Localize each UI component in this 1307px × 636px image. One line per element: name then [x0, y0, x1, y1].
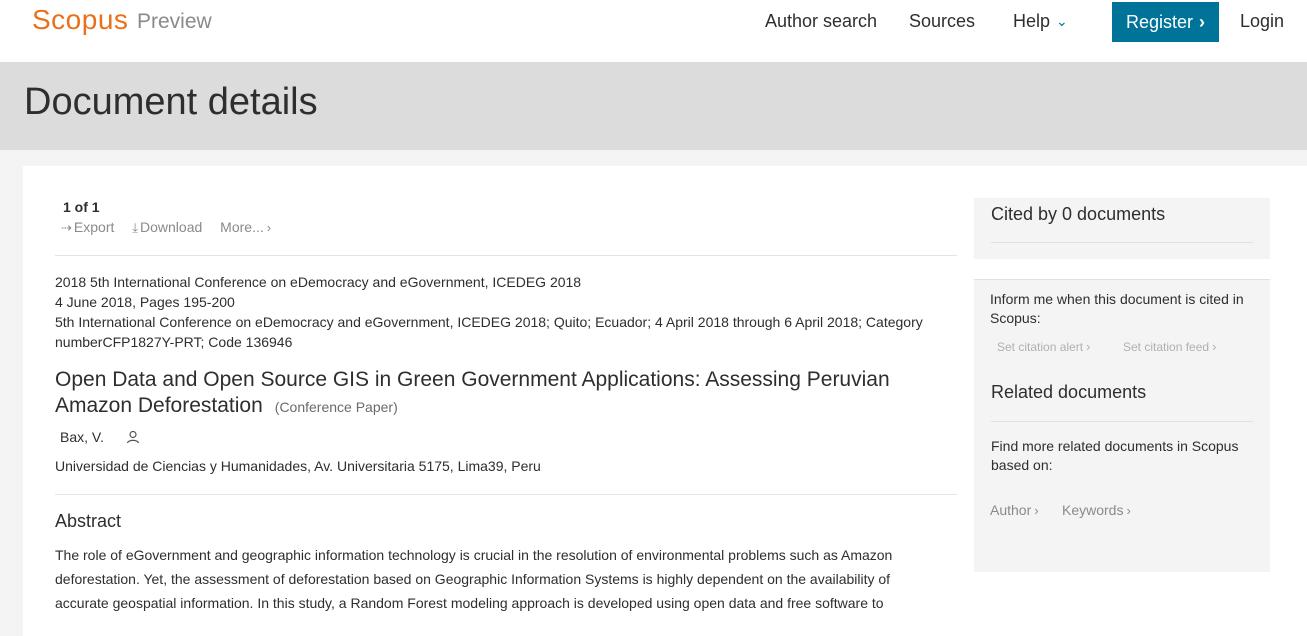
- related-keywords-link[interactable]: Keywords ›: [1062, 502, 1131, 518]
- nav-help-label: Help: [1013, 11, 1051, 31]
- nav-author-search[interactable]: Author search: [765, 11, 877, 32]
- related-author-label: Author: [990, 502, 1032, 518]
- find-related-text: Find more related documents in Scopus ba…: [991, 438, 1239, 473]
- export-button[interactable]: ⇢ Export: [61, 219, 114, 236]
- chevron-right-icon: ›: [1126, 503, 1131, 518]
- abstract-line: The role of eGovernment and geographic i…: [55, 547, 893, 563]
- download-button[interactable]: ⤓ Download: [132, 219, 202, 236]
- set-citation-feed-link[interactable]: Set citation feed ›: [1123, 339, 1216, 354]
- abstract-line: deforestation. Yet, the assessment of de…: [55, 571, 891, 587]
- divider: [55, 255, 957, 256]
- author-name[interactable]: Bax, V.: [60, 429, 104, 445]
- chevron-right-icon: ›: [266, 220, 272, 235]
- source-line-conference: 2018 5th International Conference on eDe…: [55, 274, 582, 290]
- download-icon: ⤓: [132, 220, 139, 235]
- document-title: Open Data and Open Source GIS in Green G…: [55, 367, 945, 420]
- download-label: Download: [140, 219, 203, 235]
- citation-inform-text: Inform me when this document is cited in…: [990, 291, 1244, 326]
- register-label: Register: [1125, 11, 1194, 32]
- divider: [991, 421, 1253, 422]
- cited-by-count: Cited by 0 documents: [991, 204, 1166, 224]
- page-title: Document details: [24, 81, 318, 123]
- more-button[interactable]: More... ›: [220, 219, 271, 235]
- nav-sources[interactable]: Sources: [909, 11, 975, 32]
- export-icon: ⇢: [61, 220, 72, 235]
- abstract-line: accurate geospatial information. In this…: [55, 595, 884, 611]
- divider: [55, 494, 957, 495]
- top-navigation: Scopus Preview Author search Sources Hel…: [0, 0, 1307, 62]
- more-label: More...: [220, 219, 264, 235]
- person-icon[interactable]: [126, 430, 140, 447]
- affiliation: Universidad de Ciencias y Humanidades, A…: [55, 458, 541, 474]
- chevron-right-icon: ›: [1199, 11, 1206, 32]
- set-citation-alert-link[interactable]: Set citation alert ›: [997, 339, 1090, 354]
- document-title-text: Open Data and Open Source GIS in Green G…: [55, 368, 890, 417]
- chevron-right-icon: ›: [1034, 503, 1039, 518]
- source-line-details: 5th International Conference on eDemocra…: [55, 314, 923, 350]
- abstract-text: The role of eGovernment and geographic i…: [55, 543, 955, 615]
- related-panel: Inform me when this document is cited in…: [974, 279, 1270, 572]
- divider: [991, 242, 1253, 243]
- source-info: 2018 5th International Conference on eDe…: [55, 272, 955, 352]
- cited-by-panel: Cited by 0 documents: [974, 198, 1270, 259]
- author-row: Bax, V.: [60, 429, 140, 447]
- set-citation-alert-label: Set citation alert: [997, 340, 1084, 354]
- logo-preview-label: Preview: [137, 10, 212, 33]
- chevron-right-icon: ›: [1212, 339, 1217, 354]
- document-actions: ⇢ Export ⤓ Download More... ›: [61, 219, 285, 236]
- chevron-right-icon: ›: [1086, 339, 1091, 354]
- nav-help[interactable]: Help ⌄: [1013, 11, 1068, 32]
- result-counter: 1 of 1: [63, 199, 100, 215]
- scopus-logo[interactable]: Scopus: [32, 4, 128, 36]
- chevron-down-icon: ⌄: [1056, 13, 1068, 29]
- related-keywords-label: Keywords: [1062, 502, 1124, 518]
- register-button[interactable]: Register ›: [1112, 2, 1219, 42]
- document-type: (Conference Paper): [274, 399, 398, 415]
- related-documents-heading: Related documents: [991, 382, 1147, 402]
- set-citation-feed-label: Set citation feed: [1123, 340, 1210, 354]
- export-label: Export: [73, 219, 115, 235]
- related-author-link[interactable]: Author ›: [990, 502, 1039, 518]
- title-band: Document details: [0, 62, 1307, 150]
- source-line-date-pages: 4 June 2018, Pages 195-200: [55, 294, 235, 310]
- nav-login[interactable]: Login: [1240, 11, 1284, 32]
- abstract-heading: Abstract: [55, 511, 122, 531]
